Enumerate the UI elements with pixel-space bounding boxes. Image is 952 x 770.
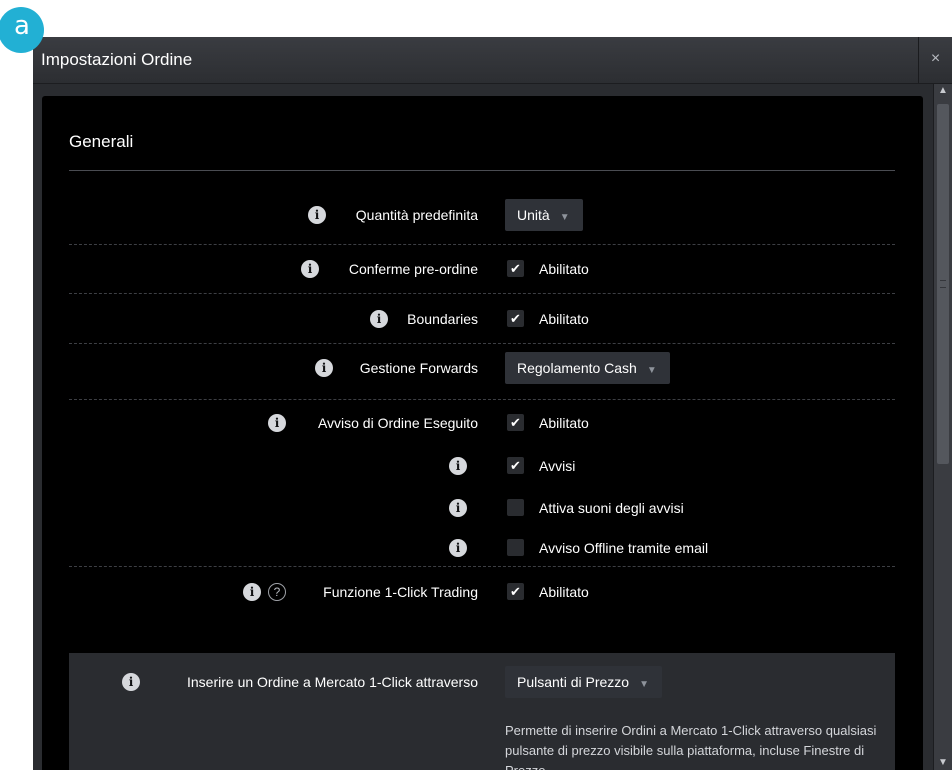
row-separator — [69, 343, 895, 344]
row-label: Gestione Forwards — [359, 360, 478, 376]
mercato-dropdown[interactable]: Pulsanti di Prezzo ▼ — [505, 666, 662, 698]
checkbox-label: Avviso Offline tramite email — [539, 540, 709, 556]
order-settings-dialog: Impostazioni Ordine × ▲ ▼ Generali i Qua… — [33, 37, 952, 770]
one-click-checkbox[interactable]: ✔ — [507, 583, 524, 600]
row-mercato-one-click: i Inserire un Ordine a Mercato 1-Click a… — [42, 662, 923, 702]
scroll-up-icon[interactable]: ▲ — [934, 84, 952, 98]
dropdown-value: Unità — [517, 207, 550, 223]
row-suoni-avvisi: i Attiva suoni degli avvisi — [42, 488, 923, 528]
conferme-checkbox[interactable]: ✔ — [507, 260, 524, 277]
chevron-down-icon: ▼ — [559, 212, 570, 223]
dropdown-value: Pulsanti di Prezzo — [517, 674, 630, 690]
close-icon[interactable]: × — [918, 37, 952, 83]
info-icon[interactable]: i — [122, 673, 140, 691]
scroll-grip-icon — [940, 280, 946, 288]
info-icon[interactable]: i — [308, 206, 326, 224]
row-label: Inserire un Ordine a Mercato 1-Click att… — [187, 674, 478, 690]
dialog-titlebar: Impostazioni Ordine × — [33, 37, 952, 84]
row-separator — [69, 566, 895, 567]
info-icon[interactable]: i — [449, 539, 467, 557]
dropdown-value: Regolamento Cash — [517, 360, 637, 376]
info-icon[interactable]: i — [315, 359, 333, 377]
row-avviso-ordine-eseguito: i Avviso di Ordine Eseguito ✔ Abilitato — [42, 403, 923, 443]
row-label: Avviso di Ordine Eseguito — [317, 415, 478, 431]
info-icon[interactable]: i — [243, 583, 261, 601]
avvisi-checkbox[interactable]: ✔ — [507, 457, 524, 474]
dialog-title: Impostazioni Ordine — [41, 50, 193, 69]
suoni-checkbox[interactable] — [507, 499, 524, 516]
info-icon[interactable]: i — [370, 310, 388, 328]
forwards-dropdown[interactable]: Regolamento Cash ▼ — [505, 352, 670, 384]
row-conferme-pre-ordine: i Conferme pre-ordine ✔ Abilitato — [42, 249, 923, 289]
chevron-down-icon: ▼ — [639, 679, 649, 690]
row-separator — [69, 293, 895, 294]
row-label: Quantità predefinita — [355, 207, 478, 223]
settings-panel: Generali i Quantità predefinita Unità ▼ i… — [42, 96, 923, 770]
checkbox-label: Avvisi — [539, 458, 576, 474]
scroll-down-icon[interactable]: ▼ — [934, 756, 952, 770]
checkbox-label: Abilitato — [539, 415, 589, 431]
info-icon[interactable]: i — [268, 414, 286, 432]
row-one-click-trading: i ? Funzione 1-Click Trading ✔ Abilitato — [42, 572, 923, 612]
row-avviso-offline: i Avviso Offline tramite email — [42, 528, 923, 568]
offline-checkbox[interactable] — [507, 539, 524, 556]
row-label: Conferme pre-ordine — [348, 261, 478, 277]
checkbox-label: Abilitato — [539, 584, 589, 600]
row-separator — [69, 244, 895, 245]
info-icon[interactable]: i — [449, 457, 467, 475]
info-icon[interactable]: i — [301, 260, 319, 278]
checkbox-label: Attiva suoni degli avvisi — [539, 500, 684, 516]
vertical-scrollbar[interactable]: ▲ ▼ — [933, 84, 952, 770]
row-boundaries: i Boundaries ✔ Abilitato — [42, 299, 923, 339]
quantita-dropdown[interactable]: Unità ▼ — [505, 199, 583, 231]
help-icon[interactable]: ? — [268, 583, 286, 601]
chevron-down-icon: ▼ — [646, 365, 657, 376]
section-title: Generali — [69, 132, 134, 151]
avviso-eseguito-checkbox[interactable]: ✔ — [507, 414, 524, 431]
row-label: Boundaries — [407, 311, 478, 327]
checkbox-label: Abilitato — [539, 311, 589, 327]
row-avvisi: i ✔ Avvisi — [42, 446, 923, 486]
boundaries-checkbox[interactable]: ✔ — [507, 310, 524, 327]
checkbox-label: Abilitato — [539, 261, 589, 277]
info-icon[interactable]: i — [449, 499, 467, 517]
scroll-thumb[interactable] — [937, 104, 949, 464]
row-separator — [69, 399, 895, 400]
section-divider — [69, 170, 895, 171]
row-label: Funzione 1-Click Trading — [323, 584, 478, 600]
row-gestione-forwards: i Gestione Forwards Regolamento Cash ▼ — [42, 348, 923, 388]
annotation-marker: a — [0, 7, 44, 53]
row-quantita-predefinita: i Quantità predefinita Unità ▼ — [42, 195, 923, 235]
mercato-description: Permette di inserire Ordini a Mercato 1-… — [505, 723, 877, 770]
